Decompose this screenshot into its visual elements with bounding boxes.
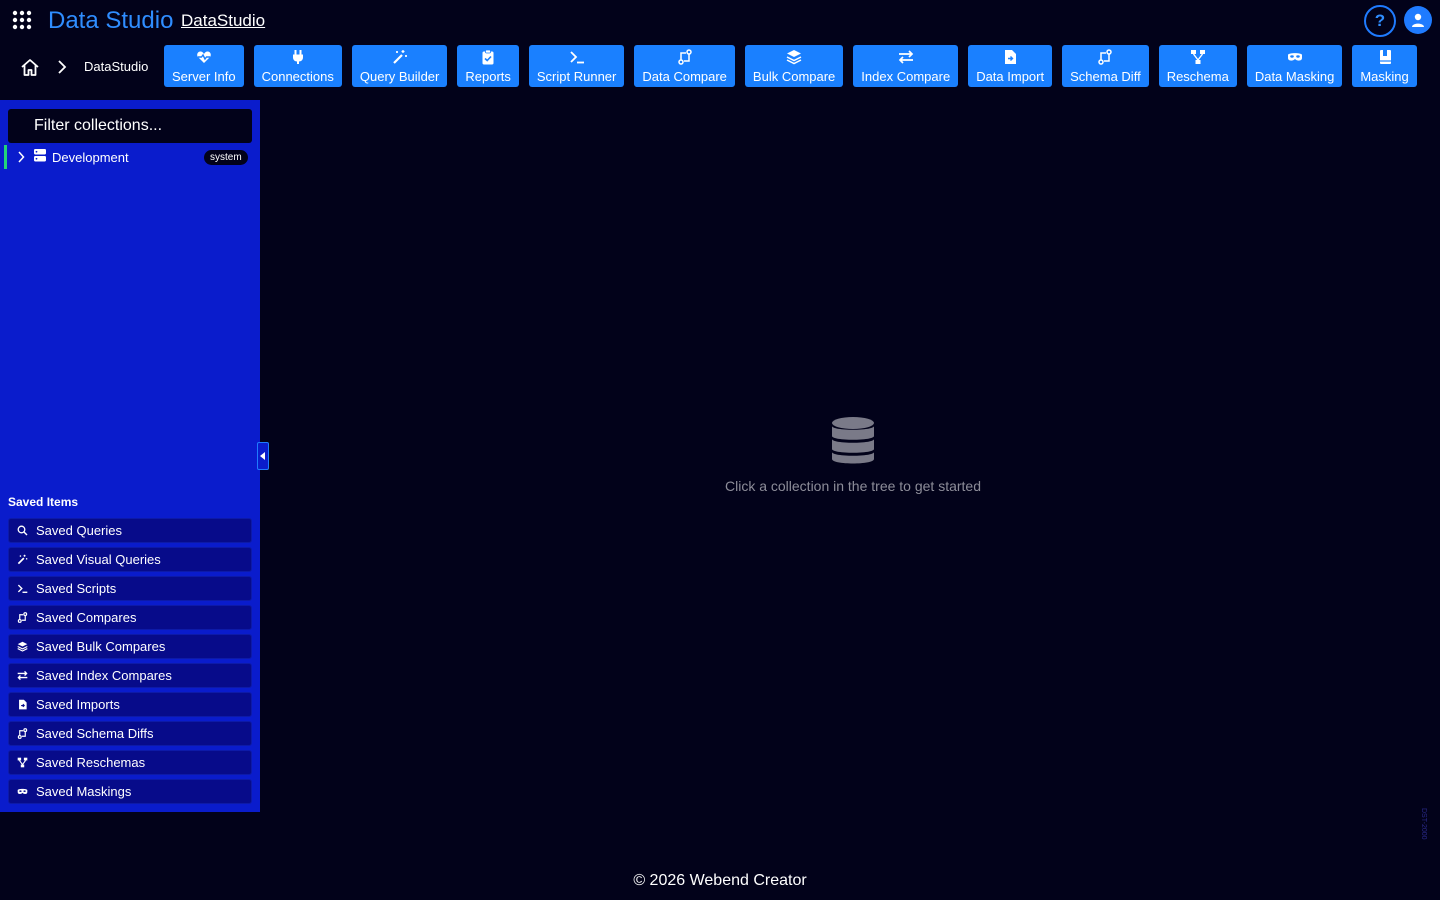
tool-label: Script Runner: [536, 69, 617, 84]
help-button[interactable]: ?: [1364, 5, 1396, 37]
tool-label: Connections: [261, 69, 334, 84]
tree-item-label: Development: [52, 150, 129, 165]
breadcrumb-current: DataStudio: [84, 59, 149, 74]
saved-bulk-compares-item[interactable]: Saved Bulk Compares: [8, 634, 252, 659]
bulk-compare-button[interactable]: Bulk Compare: [744, 45, 844, 87]
search-icon: [17, 525, 28, 536]
system-badge: system: [204, 150, 248, 165]
tree-item-development[interactable]: Development system: [4, 145, 254, 169]
plug-icon: [292, 50, 303, 64]
tool-label: Masking: [1360, 69, 1409, 84]
heart-pulse-icon: [196, 51, 211, 63]
saved-item-label: Saved Bulk Compares: [36, 639, 166, 654]
schema-diff-button[interactable]: Schema Diff: [1062, 45, 1149, 87]
tool-label: Index Compare: [861, 69, 951, 84]
magic-wand-icon: [392, 50, 407, 64]
top-bar: Data Studio DataStudio ?: [0, 0, 1440, 42]
compare-arrows-icon: [17, 612, 28, 623]
apps-grid-icon[interactable]: [12, 10, 32, 30]
query-builder-button[interactable]: Query Builder: [351, 45, 448, 87]
saved-item-label: Saved Visual Queries: [36, 552, 161, 567]
compare-arrows-icon: [1098, 49, 1113, 65]
tool-label: Reports: [465, 69, 511, 84]
saved-queries-item[interactable]: Saved Queries: [8, 518, 252, 543]
chevron-right-icon: [58, 60, 67, 74]
saved-maskings-item[interactable]: Saved Maskings: [8, 779, 252, 804]
saved-visual-queries-item[interactable]: Saved Visual Queries: [8, 547, 252, 572]
version-label: DST-2000: [1420, 808, 1427, 840]
swap-arrows-icon: [898, 50, 913, 64]
saved-imports-item[interactable]: Saved Imports: [8, 692, 252, 717]
tool-label: Data Import: [976, 69, 1045, 84]
saved-reschemas-item[interactable]: Saved Reschemas: [8, 750, 252, 775]
magic-wand-icon: [17, 554, 28, 565]
empty-state-message: Click a collection in the tree to get st…: [724, 478, 982, 494]
saved-items-list: Saved Queries Saved Visual Queries Saved…: [8, 518, 252, 808]
database-icon: [34, 149, 46, 162]
book-icon: [1379, 50, 1391, 64]
database-icon: [832, 417, 874, 464]
user-avatar-button[interactable]: [1404, 6, 1432, 34]
diagram-icon: [17, 757, 28, 768]
tool-buttons: Server Info Connections Query Builder Re…: [164, 45, 1417, 87]
saved-item-label: Saved Scripts: [36, 581, 117, 596]
saved-item-label: Saved Compares: [36, 610, 137, 625]
index-compare-button[interactable]: Index Compare: [853, 45, 959, 87]
data-import-button[interactable]: Data Import: [968, 45, 1053, 87]
saved-item-label: Saved Index Compares: [36, 668, 172, 683]
app-title: Data Studio: [48, 7, 174, 34]
layers-icon: [17, 641, 28, 652]
diagram-icon: [1190, 50, 1205, 64]
sidebar: Development system Saved Items Saved Que…: [0, 100, 260, 812]
swap-arrows-icon: [17, 670, 28, 681]
server-info-button[interactable]: Server Info: [164, 45, 244, 87]
file-import-icon: [19, 699, 27, 710]
saved-compares-item[interactable]: Saved Compares: [8, 605, 252, 630]
home-icon[interactable]: [20, 58, 40, 78]
saved-item-label: Saved Queries: [36, 523, 122, 538]
tool-label: Reschema: [1166, 69, 1229, 84]
mask-icon: [17, 788, 28, 794]
tool-label: Data Compare: [642, 69, 727, 84]
saved-item-label: Saved Reschemas: [36, 755, 146, 770]
data-masking-button[interactable]: Data Masking: [1246, 45, 1343, 87]
reports-button[interactable]: Reports: [457, 45, 519, 87]
help-icon: ?: [1374, 11, 1386, 30]
saved-item-label: Saved Maskings: [36, 784, 132, 799]
app-home-link[interactable]: DataStudio: [181, 11, 265, 31]
masking-button[interactable]: Masking: [1352, 45, 1417, 87]
tool-label: Data Masking: [1254, 69, 1335, 84]
script-runner-button[interactable]: Script Runner: [528, 45, 625, 87]
sidebar-collapse-button[interactable]: [257, 442, 269, 470]
tool-label: Bulk Compare: [752, 69, 836, 84]
tool-label: Schema Diff: [1070, 69, 1141, 84]
filter-collections-input[interactable]: [8, 109, 252, 143]
toolbar: DataStudio Server Info Connections Query…: [0, 45, 1440, 87]
terminal-icon: [17, 584, 28, 593]
caret-left-icon: [260, 452, 265, 460]
saved-scripts-item[interactable]: Saved Scripts: [8, 576, 252, 601]
user-icon: [1412, 13, 1424, 27]
saved-schema-diffs-item[interactable]: Saved Schema Diffs: [8, 721, 252, 746]
saved-index-compares-item[interactable]: Saved Index Compares: [8, 663, 252, 688]
tool-label: Server Info: [172, 69, 236, 84]
data-compare-button[interactable]: Data Compare: [634, 45, 735, 87]
mask-icon: [1287, 53, 1302, 61]
compare-arrows-icon: [17, 728, 28, 739]
saved-item-label: Saved Schema Diffs: [36, 726, 154, 741]
footer-copyright: © 2026 Webend Creator: [633, 872, 807, 889]
file-import-icon: [1005, 50, 1017, 64]
saved-item-label: Saved Imports: [36, 697, 120, 712]
compare-arrows-icon: [677, 49, 692, 65]
clipboard-check-icon: [482, 49, 494, 65]
tool-label: Query Builder: [359, 69, 440, 84]
layers-icon: [786, 50, 802, 65]
connections-button[interactable]: Connections: [253, 45, 342, 87]
reschema-button[interactable]: Reschema: [1158, 45, 1237, 87]
chevron-right-icon[interactable]: [17, 151, 25, 163]
terminal-icon: [569, 51, 584, 64]
saved-items-heading: Saved Items: [8, 495, 79, 509]
